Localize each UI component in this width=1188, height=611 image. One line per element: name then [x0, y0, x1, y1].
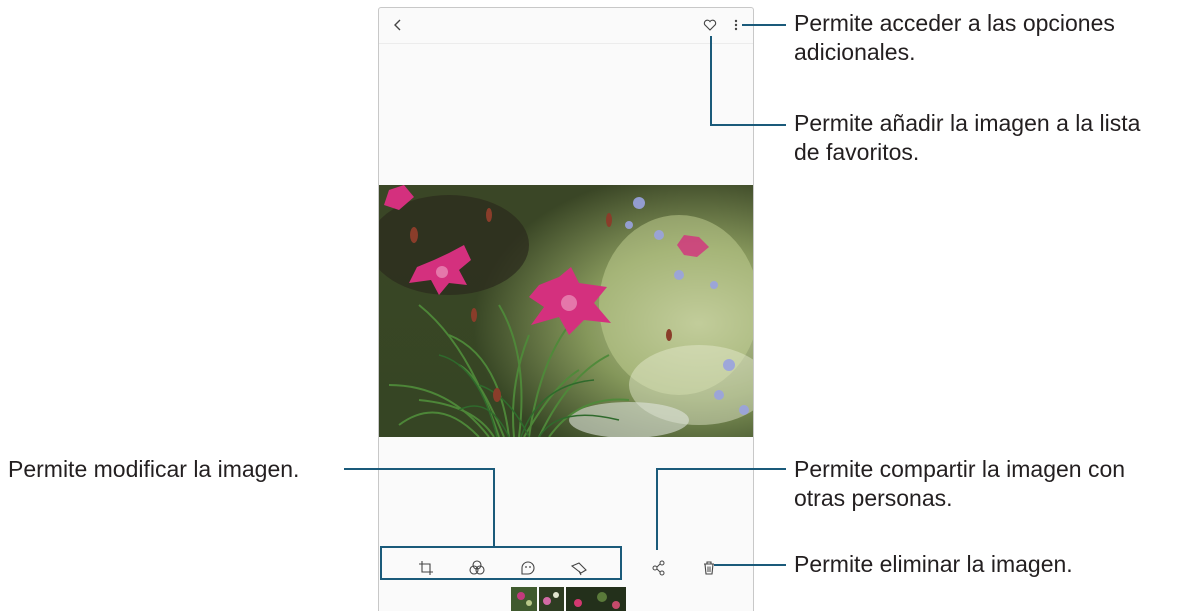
- callout-options-line1: Permite acceder a las opciones: [794, 10, 1115, 36]
- callout-share: Permite compartir la imagen con otras pe…: [794, 455, 1125, 513]
- leader-edit-horizontal: [344, 468, 494, 470]
- callout-edit: Permite modificar la imagen.: [8, 456, 300, 482]
- leader-share-vertical: [656, 468, 658, 550]
- callout-share-line1: Permite compartir la imagen con: [794, 456, 1126, 482]
- share-button[interactable]: [649, 558, 669, 578]
- thumbnail[interactable]: [511, 587, 537, 611]
- trash-icon: [704, 561, 714, 575]
- thumbnail[interactable]: [566, 587, 626, 611]
- favorite-button[interactable]: [702, 17, 718, 33]
- thumbnail[interactable]: [539, 587, 564, 611]
- callout-share-line2: otras personas.: [794, 485, 953, 511]
- share-icon: [652, 560, 665, 576]
- leader-delete: [714, 564, 786, 566]
- leader-options: [742, 24, 786, 26]
- callout-options-line2: adicionales.: [794, 39, 916, 65]
- callout-delete: Permite eliminar la imagen.: [794, 551, 1073, 577]
- callout-favorite-line1: Permite añadir la imagen a la lista: [794, 110, 1141, 136]
- photo-image: [379, 185, 753, 437]
- edit-tools-highlight: [380, 546, 622, 580]
- back-button[interactable]: [387, 14, 409, 36]
- thumbnail-strip: [511, 587, 626, 611]
- leader-share-horizontal: [656, 468, 786, 470]
- delete-button[interactable]: [699, 558, 719, 578]
- more-options-button[interactable]: [731, 17, 741, 33]
- leader-favorite-vertical: [710, 36, 712, 126]
- callout-options: Permite acceder a las opciones adicional…: [794, 9, 1115, 67]
- heart-icon: [703, 19, 717, 31]
- leader-edit-vertical: [493, 468, 495, 548]
- more-vertical-icon: [734, 19, 738, 31]
- chevron-left-icon: [394, 19, 401, 31]
- top-bar: [379, 8, 753, 44]
- phone-screen: [378, 7, 754, 611]
- callout-favorite-line2: de favoritos.: [794, 139, 920, 165]
- callout-favorite: Permite añadir la imagen a la lista de f…: [794, 109, 1140, 167]
- leader-favorite-horizontal: [710, 124, 786, 126]
